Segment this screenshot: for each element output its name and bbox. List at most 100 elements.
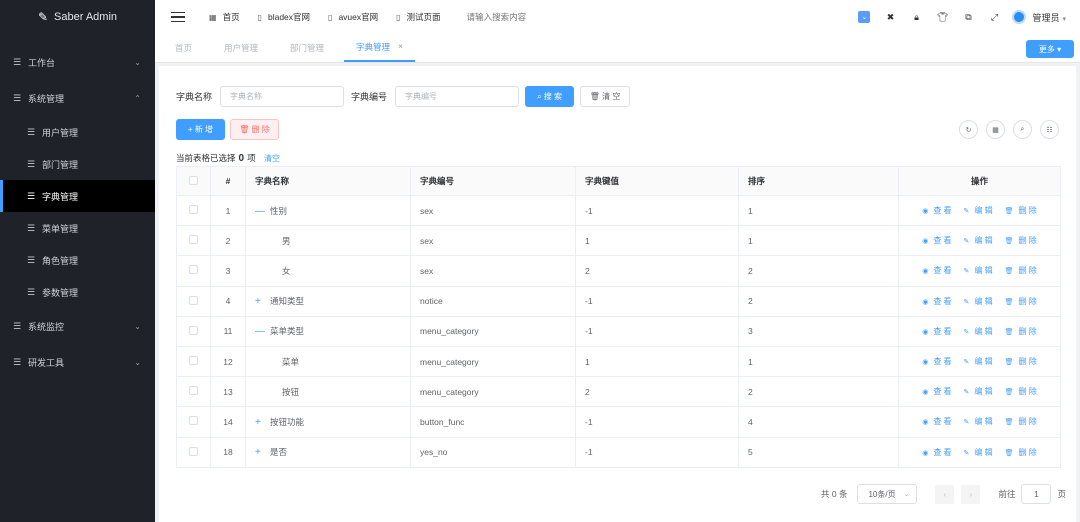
edit-button[interactable]: ✎ 编 辑 [961,327,996,336]
search-icon[interactable]: ⌕ [1013,120,1032,139]
sidebar-item-system[interactable]: ☰ 系统管理 ⌃ [0,80,155,116]
fullscreen-icon[interactable]: ⤢ [988,11,1000,23]
row-checkbox[interactable] [176,346,211,378]
view-button[interactable]: ◉ 查 看 [919,327,954,336]
expand-icon[interactable]: + [255,296,263,307]
view-button[interactable]: ◉ 查 看 [919,266,954,275]
delete-row-button[interactable]: 🗑︎ 删 除 [1002,387,1040,396]
sidebar-subitem-dictionary[interactable]: ☰ 字典管理 [0,180,155,212]
edit-button[interactable]: ✎ 编 辑 [961,448,996,457]
shirt-icon[interactable]: 👕︎ [936,11,948,23]
view-button[interactable]: ◉ 查 看 [919,387,954,396]
goto-page-input[interactable]: 1 [1021,484,1052,504]
edit-button[interactable]: ✎ 编 辑 [961,297,996,306]
row-checkbox[interactable] [176,376,211,408]
edit-button[interactable]: ✎ 编 辑 [961,357,996,366]
avatar[interactable] [1012,10,1027,24]
delete-row-button[interactable]: 🗑︎ 删 除 [1002,236,1040,245]
tab-users[interactable]: 用户管理 [212,33,270,62]
delete-row-button[interactable]: 🗑︎ 删 除 [1002,266,1040,275]
edit-button[interactable]: ✎ 编 辑 [961,236,996,245]
row-checkbox[interactable] [176,195,211,227]
close-icon[interactable]: × [398,42,403,51]
clear-button[interactable]: 🗑︎ 清 空 [580,86,631,107]
expand-icon[interactable]: + [255,417,263,428]
theme-icon[interactable]: ⌄ [858,11,871,23]
edit-button[interactable]: ✎ 编 辑 [961,266,996,275]
columns-icon[interactable]: ☷ [1040,120,1059,139]
row-checkbox[interactable] [176,406,211,438]
dict-code: yes_no [410,437,576,468]
sidebar-subitem-departments[interactable]: ☰ 部门管理 [0,148,155,180]
column-header: 字典名称 [245,166,411,196]
grid-icon[interactable]: ▦ [986,120,1005,139]
sidebar-subitem-users[interactable]: ☰ 用户管理 [0,116,155,148]
dict-code-input[interactable]: 字典编号 [395,86,520,107]
top-link-home[interactable]: ▦ 首页 [209,11,240,23]
expand-icon[interactable]: + [255,447,263,458]
top-link-test[interactable]: ▯ 测试页面 [396,11,440,23]
delete-row-button[interactable]: 🗑︎ 删 除 [1002,327,1040,336]
next-page-button[interactable]: › [961,484,981,504]
view-button[interactable]: ◉ 查 看 [919,357,954,366]
more-button[interactable]: 更多 ▾ [1026,40,1074,58]
list-icon: ☰ [27,222,36,233]
tab-home[interactable]: 首页 [163,33,204,62]
top-link-avuex[interactable]: ▯ avuex官网 [328,11,378,23]
delete-button[interactable]: 🗑︎ 删 除 [230,119,279,140]
clear-selection-link[interactable]: 清空 [264,154,280,163]
search-button[interactable]: ⌕ 搜 索 [525,86,575,107]
table-row: 11 — 菜单类型 menu_category -1 3 ◉ 查 看 ✎ 编 辑 🗑︎ 删 除 [176,316,1061,347]
sidebar-subitem-label: 部门管理 [42,159,79,170]
menu-toggle-icon[interactable] [171,11,185,23]
collapse-icon[interactable]: — [255,326,265,337]
view-button[interactable]: ◉ 查 看 [919,206,954,215]
top-link-bladex[interactable]: ▯ bladex官网 [258,11,310,23]
row-checkbox[interactable] [176,255,211,287]
global-search-input[interactable] [466,12,617,22]
edit-icon: ✎ [963,449,970,457]
view-button[interactable]: ◉ 查 看 [919,297,954,306]
view-button[interactable]: ◉ 查 看 [919,236,954,245]
app-logo[interactable]: ✎ Saber Admin [0,0,155,34]
delete-row-button[interactable]: 🗑︎ 删 除 [1002,357,1040,366]
prev-page-button[interactable]: ‹ [935,484,955,504]
edit-button[interactable]: ✎ 编 辑 [961,417,996,426]
row-actions: ◉ 查 看 ✎ 编 辑 🗑︎ 删 除 [898,437,1061,468]
row-checkbox[interactable] [176,286,211,317]
bug-icon[interactable]: ✖ [884,11,896,23]
page-size-select[interactable]: 10条/页 ⌄ [857,484,918,504]
delete-row-button[interactable]: 🗑︎ 删 除 [1002,448,1040,457]
delete-row-button[interactable]: 🗑︎ 删 除 [1002,417,1040,426]
row-checkbox[interactable] [176,225,211,257]
sidebar-item-devtools[interactable]: ☰ 研发工具 ⌄ [0,344,155,380]
sidebar-item-workbench[interactable]: ☰ 工作台 ⌄ [0,44,155,80]
list-icon: ☰ [13,56,22,67]
sidebar-item-monitor[interactable]: ☰ 系统监控 ⌄ [0,308,155,344]
sidebar-subitem-label: 参数管理 [42,287,79,298]
sidebar-subitem-roles[interactable]: ☰ 角色管理 [0,244,155,276]
refresh-icon[interactable]: ↻ [959,120,978,139]
tab-departments[interactable]: 部门管理 [278,33,336,62]
lock-icon[interactable]: 🔒︎ [910,11,922,23]
top-header: ▦ 首页 ▯ bladex官网 ▯ avuex官网 ▯ 测试页面 ⌄ ✖ 🔒︎ … [155,0,1080,34]
sidebar-subitem-menus[interactable]: ☰ 菜单管理 [0,212,155,244]
select-all-checkbox[interactable] [176,166,211,196]
view-button[interactable]: ◉ 查 看 [919,417,954,426]
delete-row-button[interactable]: 🗑︎ 删 除 [1002,297,1040,306]
view-button[interactable]: ◉ 查 看 [919,448,954,457]
sidebar-subitem-params[interactable]: ☰ 参数管理 [0,276,155,308]
delete-row-button[interactable]: 🗑︎ 删 除 [1002,206,1040,215]
trash-icon: 🗑︎ [1004,419,1014,427]
dict-name-input[interactable]: 字典名称 [220,86,345,107]
add-button[interactable]: + 新 增 [176,119,225,140]
edit-button[interactable]: ✎ 编 辑 [961,206,996,215]
tab-dictionary[interactable]: 字典管理 × [344,33,415,62]
row-checkbox[interactable] [176,437,211,468]
row-checkbox[interactable] [176,316,211,347]
edit-button[interactable]: ✎ 编 辑 [961,387,996,396]
screenshot-icon[interactable]: ⧉ [962,11,974,23]
collapse-icon[interactable]: — [255,206,265,217]
user-menu[interactable]: 管理员 ▾ [1032,11,1066,24]
column-header: 操作 [898,166,1061,196]
